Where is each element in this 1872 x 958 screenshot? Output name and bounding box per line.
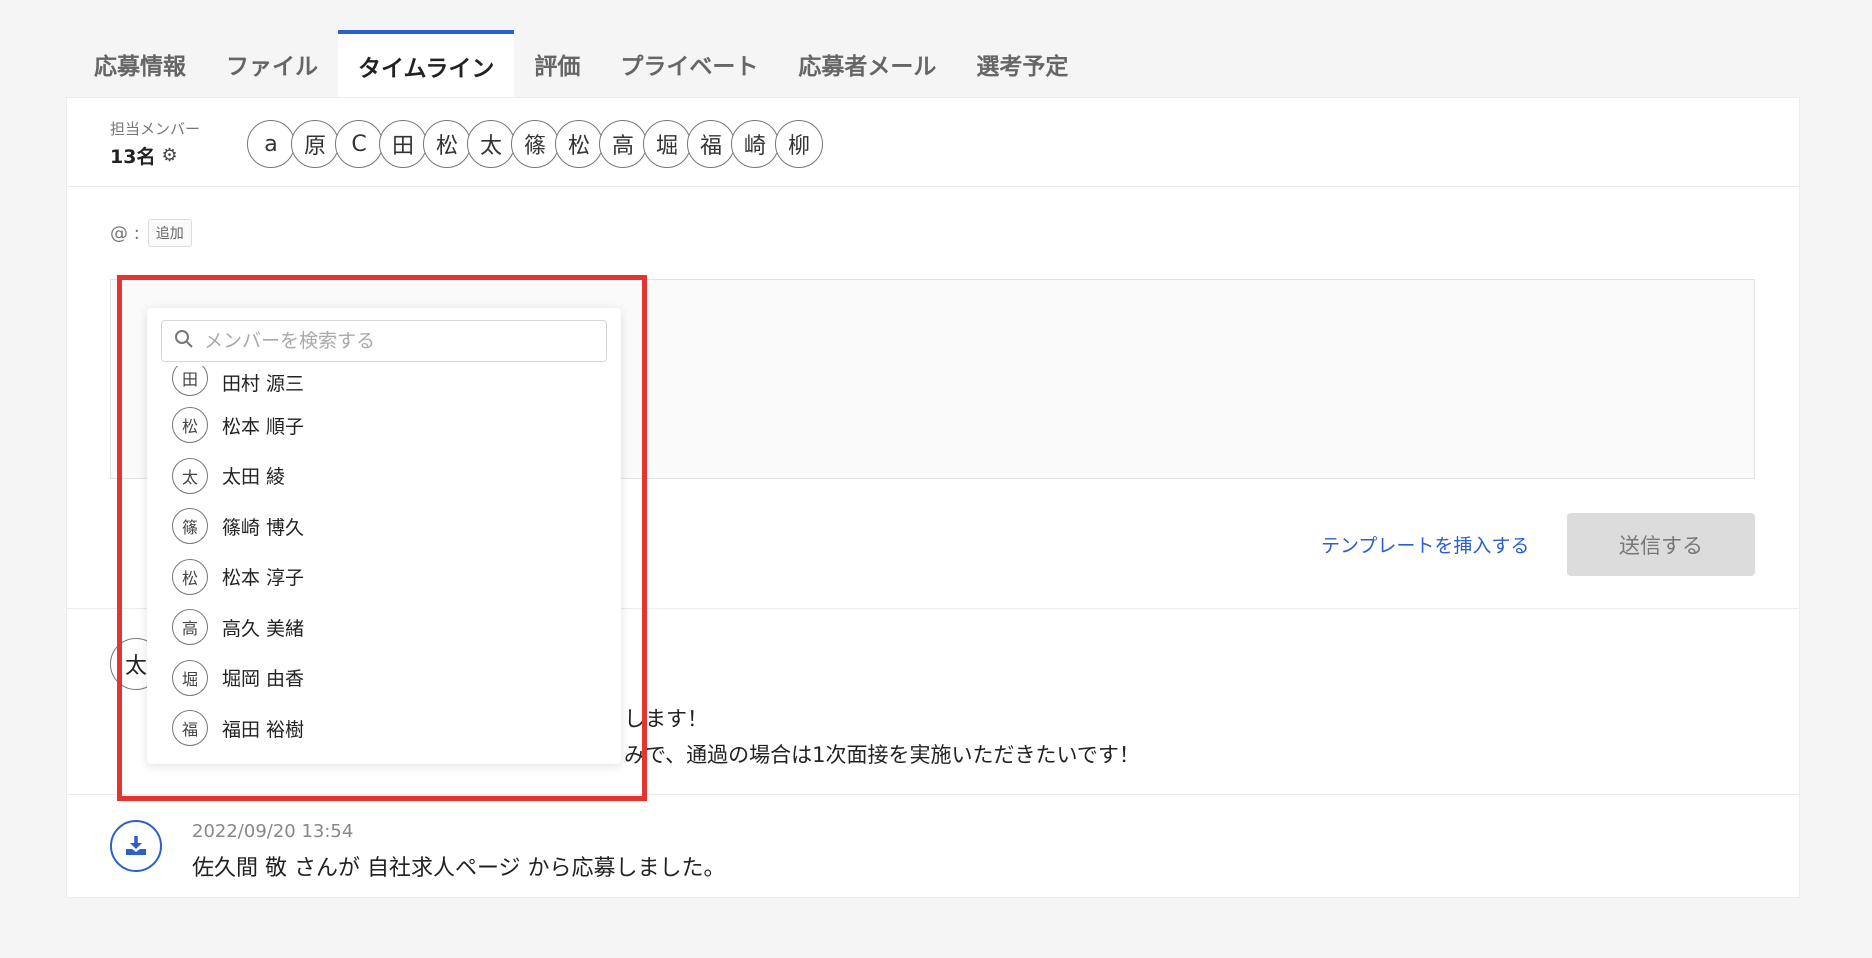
member-search-field[interactable] — [161, 320, 607, 362]
member-option-name: 松本 順子 — [222, 415, 305, 438]
event-timestamp: 2022/09/20 13:54 — [192, 821, 354, 842]
member-option-avatar: 堀 — [172, 659, 208, 696]
member-avatar[interactable]: 崎 — [731, 120, 779, 168]
add-mention-button[interactable]: 追加 — [147, 219, 192, 247]
member-option-name: 太田 綾 — [222, 466, 286, 489]
member-mention-dropdown: 田田村 源三松松本 順子太太田 綾篠篠崎 博久松松本 淳子高高久 美緒堀堀岡 由… — [147, 308, 621, 764]
member-avatar[interactable]: C — [335, 120, 383, 168]
tab-0[interactable]: 応募情報 — [74, 30, 206, 98]
member-option-avatar: 松 — [172, 558, 208, 595]
send-button[interactable]: 送信する — [1567, 513, 1755, 576]
member-option-name: 高久 美緒 — [222, 617, 305, 640]
member-option-avatar: 松 — [172, 407, 208, 444]
member-option-name: 松本 淳子 — [222, 567, 305, 590]
member-avatar[interactable]: a — [247, 120, 295, 168]
member-option[interactable]: 篠篠崎 博久 — [147, 501, 621, 552]
member-option[interactable]: 松松本 順子 — [147, 400, 621, 451]
member-option-avatar: 太 — [172, 457, 208, 494]
mention-row: @ : 追加 — [110, 219, 192, 247]
member-avatar[interactable]: 高 — [599, 120, 647, 168]
tab-2[interactable]: タイムライン — [338, 30, 515, 98]
member-list: 田田村 源三松松本 順子太太田 綾篠篠崎 博久松松本 淳子高高久 美緒堀堀岡 由… — [147, 366, 621, 758]
member-option[interactable]: 福福田 裕樹 — [147, 703, 621, 754]
member-avatar[interactable]: 篠 — [511, 120, 559, 168]
member-avatar[interactable]: 松 — [555, 120, 603, 168]
assigned-members-section: 担当メンバー 13名 ⚙ a原C田松太篠松高堀福崎柳 — [67, 98, 1799, 187]
tab-1[interactable]: ファイル — [206, 30, 338, 98]
gear-icon[interactable]: ⚙ — [161, 145, 177, 166]
member-search-input[interactable] — [202, 329, 586, 353]
member-avatar[interactable]: 太 — [467, 120, 515, 168]
member-avatar[interactable]: 松 — [423, 120, 471, 168]
search-icon — [174, 329, 194, 353]
tab-5[interactable]: 応募者メール — [778, 30, 956, 98]
member-option-avatar: 篠 — [172, 508, 208, 545]
member-option[interactable]: 松松本 淳子 — [147, 552, 621, 603]
member-option-avatar: 田 — [172, 366, 208, 396]
member-option-avatar: 高 — [172, 609, 208, 646]
member-option-avatar: 福 — [172, 710, 208, 747]
member-avatar[interactable]: 堀 — [643, 120, 691, 168]
member-option-name: 堀岡 由香 — [222, 668, 305, 691]
assigned-members-title: 担当メンバー — [110, 120, 201, 138]
comment-text-line1: します！ — [624, 707, 708, 731]
mention-prefix: @ : — [110, 222, 140, 244]
member-option[interactable]: 田田村 源三 — [147, 366, 621, 400]
insert-template-link[interactable]: テンプレートを挿入する — [1321, 531, 1529, 558]
divider — [67, 794, 1799, 795]
tab-4[interactable]: プライベート — [600, 30, 778, 98]
member-option-name: 田村 源三 — [222, 373, 305, 395]
member-avatar[interactable]: 柳 — [775, 120, 823, 168]
member-avatar-list: a原C田松太篠松高堀福崎柳 — [247, 120, 823, 168]
members-count-text: 13名 — [110, 146, 156, 168]
tab-3[interactable]: 評価 — [514, 30, 600, 98]
member-option[interactable]: 堀堀岡 由香 — [147, 653, 621, 704]
assigned-members-count[interactable]: 13名 ⚙ — [110, 142, 178, 169]
member-avatar[interactable]: 福 — [687, 120, 735, 168]
member-avatar[interactable]: 原 — [291, 120, 339, 168]
tab-bar: 応募情報 ファイル タイムライン 評価 プライベート 応募者メール 選考予定 — [74, 30, 1088, 98]
event-description: 佐久間 敬 さんが 自社求人ページ から応募しました。 — [192, 856, 726, 881]
tab-6[interactable]: 選考予定 — [956, 30, 1088, 98]
download-icon — [110, 820, 162, 872]
member-option-name: 福田 裕樹 — [222, 718, 305, 741]
member-option-name: 篠崎 博久 — [222, 516, 305, 539]
member-option[interactable]: 太太田 綾 — [147, 451, 621, 502]
member-option[interactable]: 高高久 美緒 — [147, 602, 621, 653]
comment-text-line2: みで、通過の場合は1次面接を実施いただきたいです！ — [624, 743, 1140, 767]
member-avatar[interactable]: 田 — [379, 120, 427, 168]
